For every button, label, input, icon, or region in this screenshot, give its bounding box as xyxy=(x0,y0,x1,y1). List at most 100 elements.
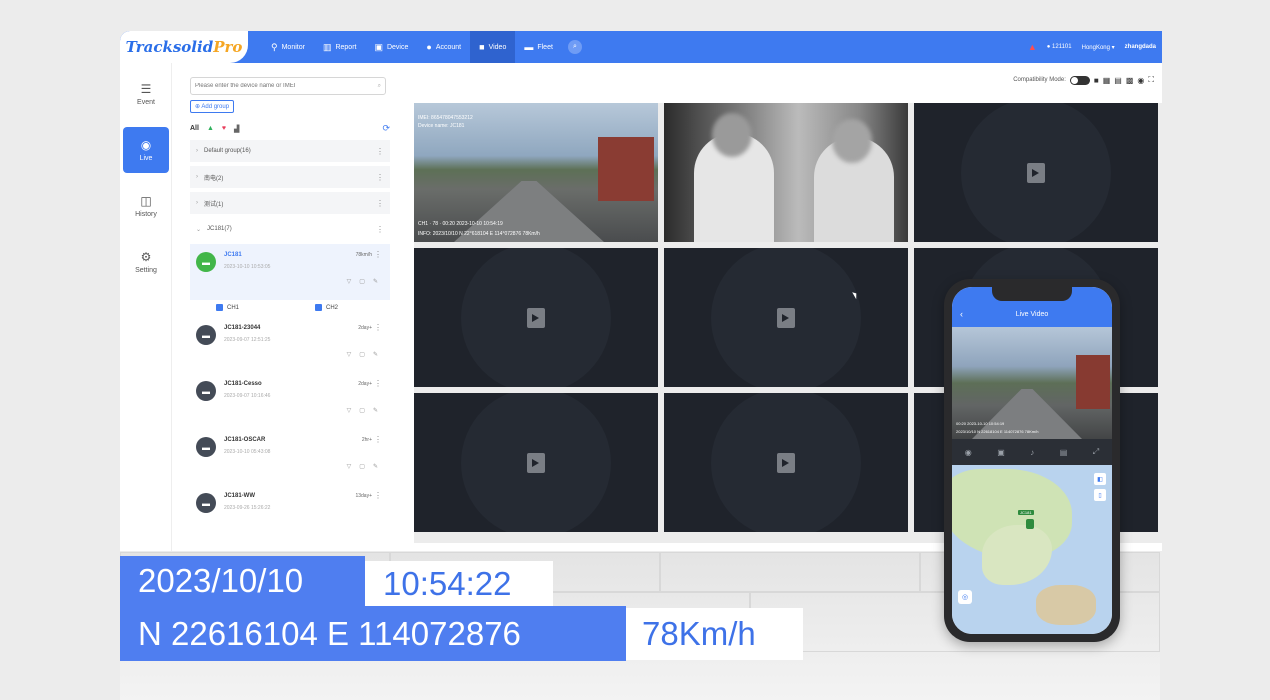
more-icon[interactable]: ⋮ xyxy=(374,379,382,388)
layout-1-icon[interactable]: ■ xyxy=(1094,76,1099,85)
favorite-filter-icon[interactable]: ♥ xyxy=(222,125,226,132)
brand-logo[interactable]: Tracksolid Pro xyxy=(120,31,248,63)
online-filter-icon[interactable]: ▲ xyxy=(207,125,214,132)
filter-icon[interactable]: ▽ xyxy=(347,463,352,470)
device-item[interactable]: ▬ JC181-23044 2023-09-07 12:51:25 2day+ … xyxy=(190,317,390,373)
map-traffic-icon[interactable]: ▯ xyxy=(1094,489,1106,501)
device-search: ⌕ xyxy=(190,77,386,95)
truck xyxy=(598,137,654,201)
search-icon[interactable]: ⌕ xyxy=(378,83,381,90)
filter-icon[interactable]: ▽ xyxy=(347,407,352,414)
camera-icon[interactable]: ▢ xyxy=(359,351,365,358)
play-icon xyxy=(527,307,545,328)
live-icon: ◉ xyxy=(140,138,152,152)
video-cell-empty[interactable] xyxy=(414,248,658,387)
mic-icon[interactable]: ♪ xyxy=(1030,448,1034,457)
more-icon[interactable]: ⋮ xyxy=(374,435,382,444)
channel-ch2[interactable]: CH2 xyxy=(315,304,338,311)
video-cell-empty[interactable] xyxy=(414,393,658,532)
nav-search-icon[interactable]: ⌕ xyxy=(567,40,582,54)
layout-9-icon[interactable]: ▩ xyxy=(1126,76,1134,85)
checkbox-checked-icon xyxy=(216,304,223,311)
filter-all[interactable]: All xyxy=(190,125,199,132)
more-icon[interactable]: ⋮ xyxy=(374,491,382,500)
more-icon[interactable]: ⋮ xyxy=(374,323,382,332)
add-group-button[interactable]: ⊕ Add group xyxy=(190,100,235,113)
username[interactable]: zhangdada xyxy=(1125,44,1156,50)
eye-icon[interactable]: ◉ xyxy=(965,448,972,457)
locate-icon[interactable]: ◎ xyxy=(958,590,972,604)
camera-icon[interactable]: ▢ xyxy=(359,278,365,285)
more-icon[interactable]: ⋮ xyxy=(376,199,384,208)
overlay-date: 2023/10/10 xyxy=(120,556,365,606)
device-item[interactable]: ▬ JC181-OSCAR 2023-10-10 05:43:08 2hr+ ⋮… xyxy=(190,429,390,485)
group-test[interactable]: › 测试(1) ⋮ xyxy=(190,192,390,214)
device-item[interactable]: ▬ JC181-Cesso 2023-09-07 10:16:46 2day+ … xyxy=(190,373,390,429)
fullscreen-icon[interactable]: ⛶ xyxy=(1148,75,1154,85)
nav-fleet[interactable]: ▬ Fleet xyxy=(515,31,562,63)
video-cell-road[interactable]: IMEI: 865478047553212 Device name: JC181… xyxy=(414,103,658,242)
camera-icon[interactable]: ▢ xyxy=(359,463,365,470)
overlay-coordinates: N 22616104 E 114072876 xyxy=(120,606,626,661)
screenshot-icon[interactable]: ▣ xyxy=(997,448,1005,457)
car-icon: ▬ xyxy=(524,42,534,52)
camera-icon[interactable]: ▢ xyxy=(359,407,365,414)
settings-icon[interactable]: ◉ xyxy=(1137,76,1144,85)
more-icon[interactable]: ⋮ xyxy=(376,147,384,156)
video-cell-empty[interactable] xyxy=(664,393,908,532)
sync-icon[interactable]: ⟳ xyxy=(382,123,390,134)
group-nandian[interactable]: › 南电(2) ⋮ xyxy=(190,166,390,188)
osd-channel: CH1 · 78 · 00:20 2023-10-10 10:54:19 xyxy=(418,221,503,227)
osd-coord: INFO: 2023/10/10 N 22°618104 E 114°07287… xyxy=(418,231,540,237)
alarm-icon[interactable]: ▲ xyxy=(1028,42,1037,52)
phone-mockup: ‹ Live Video 00:20 2023-10-10 10:54:19 2… xyxy=(944,279,1120,642)
rail-event[interactable]: ☰ Event xyxy=(123,71,169,117)
more-icon[interactable]: ⋮ xyxy=(376,225,384,234)
signal-filter-icon[interactable]: ▟ xyxy=(234,125,239,133)
filter-icon[interactable]: ▽ xyxy=(347,351,352,358)
user-icon: ● xyxy=(426,42,432,52)
map-layers-icon[interactable]: ◧ xyxy=(1094,473,1106,485)
edit-icon[interactable]: ✎ xyxy=(373,463,378,470)
record-icon[interactable]: ▤ xyxy=(1060,448,1068,457)
compat-toggle[interactable] xyxy=(1069,75,1090,85)
layout-4-icon[interactable]: ▦ xyxy=(1103,76,1111,85)
video-cell-cabin[interactable] xyxy=(664,103,908,242)
expand-icon[interactable]: ⤢ xyxy=(1093,447,1099,457)
nav-device[interactable]: ▣ Device xyxy=(365,31,417,63)
nav-video[interactable]: ■ Video xyxy=(470,31,516,63)
more-icon[interactable]: ⋮ xyxy=(374,250,382,259)
checkbox-checked-icon xyxy=(315,304,323,311)
nav-account[interactable]: ● Account xyxy=(417,31,470,63)
region-select[interactable]: HongKong ▾ xyxy=(1082,44,1115,51)
region-text: HongKong xyxy=(1081,44,1110,51)
video-cell-empty[interactable] xyxy=(914,103,1158,242)
device-item-jc181[interactable]: ▬ JC181 2023-10-10 10:53:05 78km/h ⋮ ▽ ▢ ✎ xyxy=(190,244,390,300)
account-id[interactable]: ● 121101 xyxy=(1047,44,1072,50)
nav-monitor[interactable]: ⚲ Monitor xyxy=(262,31,314,63)
channel-ch1[interactable]: CH1 xyxy=(216,304,239,311)
rail-setting[interactable]: ⚙ Setting xyxy=(123,239,169,285)
device-item[interactable]: ▬ JC181-WW 2023-09-26 15:26:22 13day+ ⋮ xyxy=(190,485,390,541)
edit-icon[interactable]: ✎ xyxy=(373,407,378,414)
video-cell-empty[interactable] xyxy=(664,248,908,387)
rail-live[interactable]: ◉ Live xyxy=(123,127,169,173)
group-label: JC181(7) xyxy=(207,226,232,232)
nav-report[interactable]: ▥ Report xyxy=(314,31,366,63)
phone-map[interactable]: JC181 ◧ ▯ ◎ xyxy=(952,465,1112,634)
more-icon[interactable]: ⋮ xyxy=(376,173,384,182)
map-land xyxy=(982,525,1052,585)
rail-history[interactable]: ◫ History xyxy=(123,183,169,229)
device-search-input[interactable] xyxy=(195,83,378,89)
layout-6-icon[interactable]: ▤ xyxy=(1114,76,1122,85)
filter-icon[interactable]: ▽ xyxy=(347,278,352,285)
group-jc181[interactable]: ⌄ JC181(7) ⋮ xyxy=(190,218,390,240)
map-marker-icon[interactable] xyxy=(1026,519,1034,529)
edit-icon[interactable]: ✎ xyxy=(373,351,378,358)
group-default[interactable]: › Default group(16) ⋮ xyxy=(190,140,390,162)
phone-osd-coord: 2023/10/10 N 22618104 E 114072876 78Km/h xyxy=(956,429,1039,434)
filter-bar: All ▲ ♥ ▟ ⟳ xyxy=(190,123,390,134)
edit-icon[interactable]: ✎ xyxy=(373,278,378,285)
back-icon[interactable]: ‹ xyxy=(960,309,963,319)
phone-video[interactable]: 00:20 2023-10-10 10:54:19 2023/10/10 N 2… xyxy=(952,327,1112,439)
